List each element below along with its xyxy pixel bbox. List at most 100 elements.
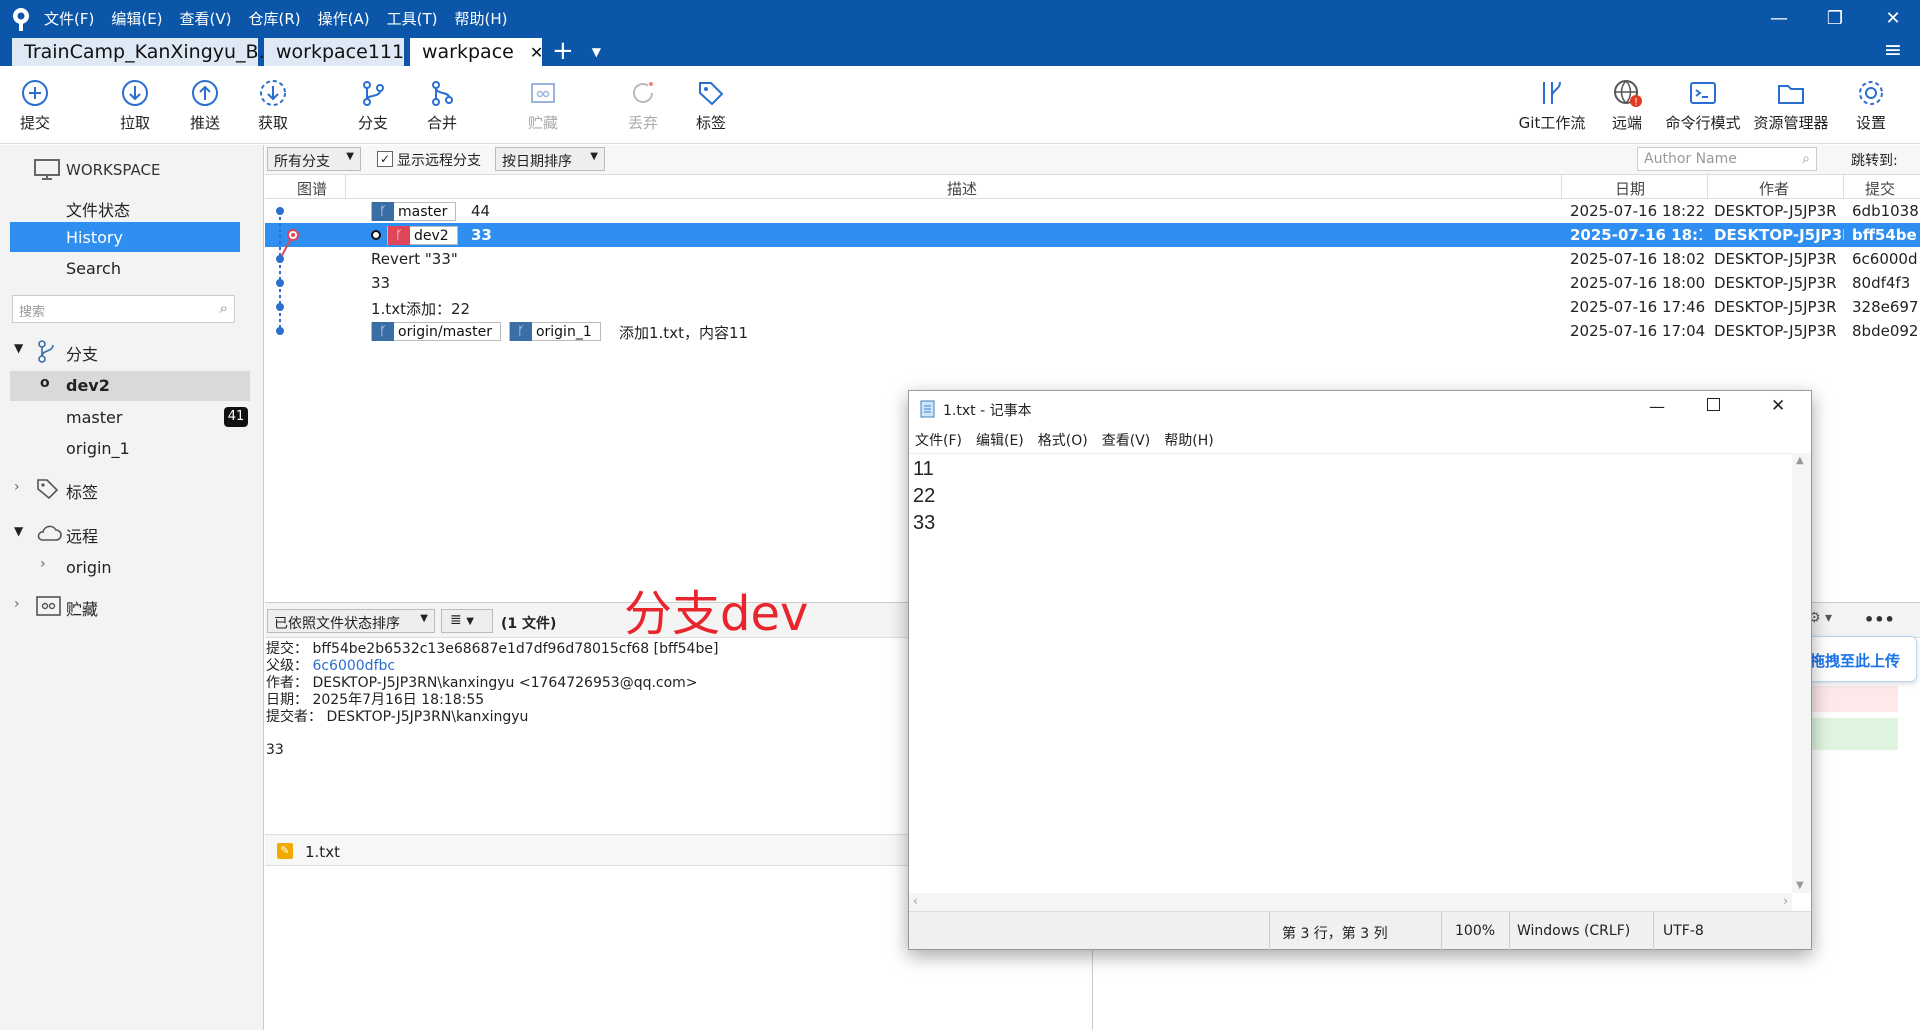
stash-button[interactable]: 贮藏: [508, 78, 578, 133]
sort-select[interactable]: 按日期排序 ▼: [495, 147, 605, 171]
notepad-window: 1.txt - 记事本 — ✕ 文件(F) 编辑(E) 格式(O) 查看(V) …: [908, 390, 1812, 950]
push-button[interactable]: 推送: [170, 78, 240, 133]
commit-row[interactable]: Revert "33" 2025-07-16 18:02 DESKTOP-J5J…: [265, 247, 1920, 271]
menu-view[interactable]: 查看(V): [180, 8, 232, 29]
branch-button[interactable]: 分支: [338, 78, 408, 133]
search-icon: ⌕: [1802, 151, 1810, 167]
sidebar-history[interactable]: History: [66, 228, 123, 247]
tag-button[interactable]: 标签: [676, 78, 746, 133]
discard-icon: [633, 82, 653, 103]
branch-filter-select[interactable]: 所有分支 ▼: [267, 147, 361, 171]
stash-section-title[interactable]: 贮藏: [66, 596, 98, 620]
commit-row[interactable]: ᚴ master 44 2025-07-16 18:22 DESKTOP-J5JP…: [265, 199, 1920, 223]
col-description[interactable]: 描述: [947, 178, 977, 199]
pull-button[interactable]: 拉取: [100, 78, 170, 133]
menu-tools[interactable]: 工具(T): [387, 8, 438, 29]
menu-help[interactable]: 帮助(H): [454, 8, 507, 29]
line-ending: Windows (CRLF): [1517, 923, 1631, 939]
notepad-menu-view[interactable]: 查看(V): [1102, 430, 1151, 452]
col-author[interactable]: 作者: [1759, 178, 1789, 199]
sidebar-search-input[interactable]: 搜索 ⌕: [12, 295, 235, 323]
sidebar-branch-master[interactable]: master: [66, 408, 122, 427]
terminal-icon: [1690, 82, 1716, 104]
file-sort-select[interactable]: 已依照文件状态排序 ▼: [267, 609, 435, 633]
explorer-button[interactable]: 资源管理器: [1750, 78, 1832, 133]
stash-icon: [531, 83, 555, 103]
remote-button[interactable]: ! 远端: [1592, 78, 1662, 133]
filter-bar: 所有分支 ▼ ✓ 显示远程分支 按日期排序 ▼ Author Name ⌕ 跳转到:: [265, 145, 1920, 175]
sidebar-file-status[interactable]: 文件状态: [66, 197, 130, 221]
parent-link[interactable]: 6c6000dfbc: [312, 658, 395, 674]
chevron-right-icon[interactable]: ›: [14, 596, 20, 612]
sidebar: WORKSPACE 文件状态 History Search 搜索 ⌕ ▼ 分支 …: [0, 145, 264, 1030]
notepad-horizontal-scrollbar[interactable]: ‹ ›: [909, 893, 1792, 911]
remotes-section-title[interactable]: 远程: [66, 523, 98, 547]
jump-to-label[interactable]: 跳转到:: [1851, 150, 1898, 170]
close-tab-icon[interactable]: ✕: [530, 43, 543, 62]
view-mode-select[interactable]: ≣ ▼: [441, 609, 493, 633]
cloud-icon: [37, 525, 62, 541]
menu-file[interactable]: 文件(F): [44, 8, 94, 29]
show-remote-checkbox[interactable]: ✓: [377, 151, 393, 167]
discard-button[interactable]: 丢弃: [608, 78, 678, 133]
restore-button[interactable]: ❐: [1810, 0, 1860, 36]
commit-button[interactable]: 提交: [0, 78, 70, 133]
notepad-close-button[interactable]: ✕: [1771, 396, 1785, 416]
notepad-menu-edit[interactable]: 编辑(E): [976, 430, 1024, 452]
close-button[interactable]: ✕: [1868, 0, 1918, 36]
branch-tag-origin-1[interactable]: ᚴ origin_1: [508, 322, 601, 341]
notepad-menu-help[interactable]: 帮助(H): [1164, 430, 1213, 452]
workspace-header: WORKSPACE: [66, 161, 161, 179]
sidebar-history-selected[interactable]: [10, 222, 240, 252]
col-commit[interactable]: 提交: [1865, 178, 1895, 199]
menu-repo[interactable]: 仓库(R): [249, 8, 301, 29]
notepad-menu-format[interactable]: 格式(O): [1038, 430, 1088, 452]
title-bar: 文件(F) 编辑(E) 查看(V) 仓库(R) 操作(A) 工具(T) 帮助(H…: [0, 0, 1920, 66]
changed-file-row[interactable]: ✎ 1.txt: [265, 834, 910, 866]
branches-section-title[interactable]: 分支: [66, 341, 98, 365]
more-options-icon[interactable]: •••: [1864, 610, 1895, 629]
settings-button[interactable]: 设置: [1836, 78, 1906, 133]
hamburger-menu-icon[interactable]: ≡: [1868, 32, 1918, 68]
tab-dropdown-icon[interactable]: ▼: [592, 38, 601, 66]
tags-section-title[interactable]: 标签: [66, 479, 98, 503]
notepad-menu-file[interactable]: 文件(F): [915, 430, 962, 452]
branch-tag-dev2[interactable]: ᚴ dev2: [387, 226, 458, 245]
fetch-button[interactable]: 获取: [238, 78, 308, 133]
branch-tag-origin-master[interactable]: ᚴ origin/master: [371, 322, 501, 341]
commit-row[interactable]: ᚴ origin/master ᚴ origin_1 添加1.txt，内容11 202…: [265, 319, 1920, 343]
chevron-down-icon[interactable]: ▼: [14, 524, 23, 538]
notepad-maximize-button[interactable]: [1707, 398, 1720, 411]
chevron-down-icon[interactable]: ▼: [14, 341, 23, 355]
head-marker-icon: [371, 229, 381, 240]
sidebar-search[interactable]: Search: [66, 259, 121, 278]
notepad-text-area[interactable]: 11 22 33: [909, 453, 1792, 893]
chevron-right-icon[interactable]: ›: [14, 479, 20, 495]
notepad-vertical-scrollbar[interactable]: ▲ ▼: [1792, 453, 1811, 893]
commit-row[interactable]: 1.txt添加：22 2025-07-16 17:46 DESKTOP-J5JP…: [265, 295, 1920, 319]
tab-warkpace[interactable]: warkpace ✕: [410, 38, 543, 66]
minimize-button[interactable]: —: [1754, 0, 1804, 36]
commit-row-selected[interactable]: ᚴdev2 33 2025-07-16 18:18 DESKTOP-J5JP3I…: [265, 223, 1920, 247]
author-filter-input[interactable]: Author Name ⌕: [1637, 147, 1817, 171]
sidebar-branch-origin-1[interactable]: origin_1: [66, 439, 130, 458]
sidebar-remote-origin[interactable]: origin: [66, 558, 112, 577]
tab-workpace111[interactable]: workpace111: [264, 38, 404, 66]
branch-icon: [38, 340, 54, 363]
tab-traincamp[interactable]: TrainCamp_KanXingyu_B...: [12, 38, 277, 66]
show-remote-label: 显示远程分支: [397, 153, 481, 169]
stash-icon: [36, 596, 61, 616]
commit-row[interactable]: 33 2025-07-16 18:00 DESKTOP-J5JP3R 80df4…: [265, 271, 1920, 295]
merge-button[interactable]: 合并: [407, 78, 477, 133]
chevron-right-icon[interactable]: ›: [40, 556, 46, 572]
add-tab-icon[interactable]: +: [552, 38, 574, 66]
menu-edit[interactable]: 编辑(E): [111, 8, 162, 29]
sidebar-branch-dev2[interactable]: dev2: [66, 376, 110, 395]
branch-tag-master[interactable]: ᚴ master: [371, 202, 457, 221]
col-graph[interactable]: 图谱: [297, 178, 327, 199]
col-date[interactable]: 日期: [1615, 178, 1645, 199]
gitflow-button[interactable]: Git工作流: [1512, 78, 1592, 133]
notepad-minimize-button[interactable]: —: [1649, 397, 1665, 416]
menu-actions[interactable]: 操作(A): [318, 8, 370, 29]
terminal-button[interactable]: 命令行模式: [1662, 78, 1744, 133]
